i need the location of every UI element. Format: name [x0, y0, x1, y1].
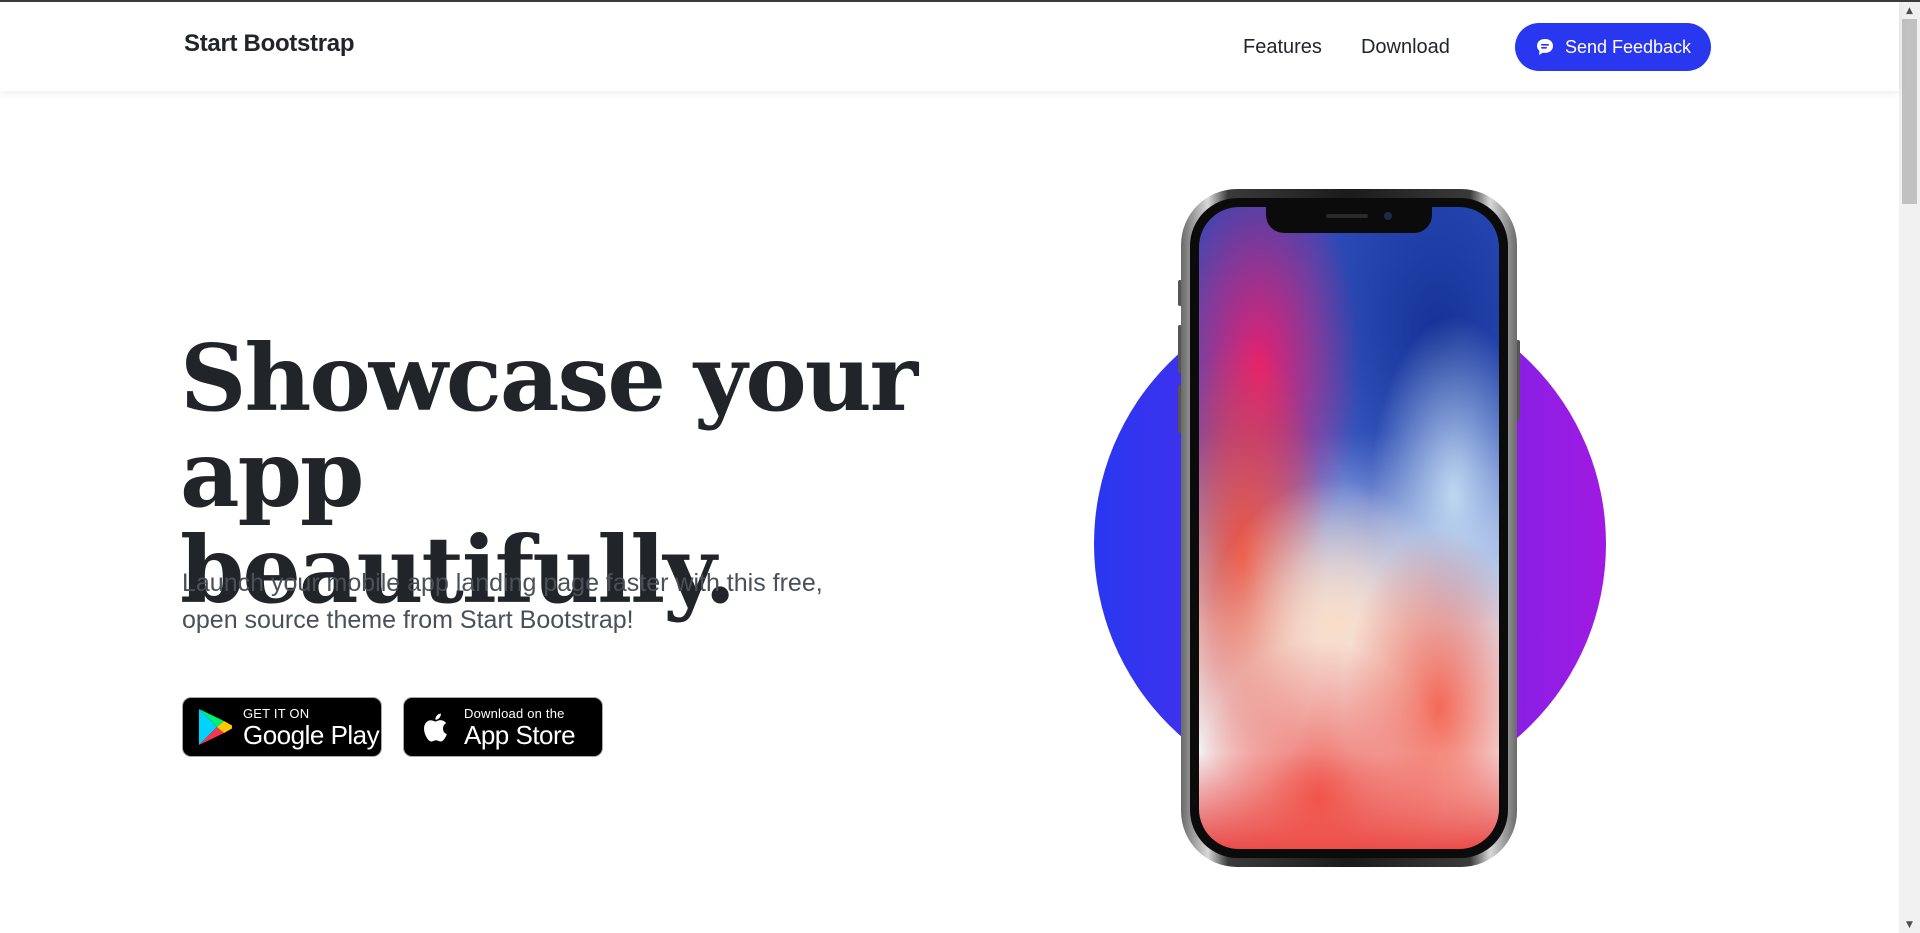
main-navbar: Start Bootstrap Features Download Send F…	[0, 2, 1899, 91]
send-feedback-button[interactable]: Send Feedback	[1515, 23, 1711, 71]
google-play-text: GET IT ON Google Play	[243, 705, 380, 750]
app-store-small-text: Download on the	[464, 705, 565, 721]
nav-link-features[interactable]: Features	[1243, 36, 1322, 59]
hero-lead-text: Launch your mobile app landing page fast…	[182, 569, 823, 634]
phone-bezel	[1190, 198, 1508, 858]
phone-speaker	[1326, 214, 1368, 218]
phone-mockup	[1181, 189, 1517, 867]
hero-title-line-1: Showcase your	[180, 324, 918, 432]
chat-bubble-icon	[1535, 37, 1555, 57]
google-play-big-text: Google Play	[243, 719, 380, 750]
apple-icon	[416, 706, 456, 748]
phone-camera	[1384, 212, 1392, 220]
scroll-up-arrow-icon[interactable]: ▲	[1899, 2, 1920, 19]
scrollbar-thumb[interactable]	[1902, 19, 1917, 204]
google-play-icon	[195, 706, 235, 748]
page-scrollbar[interactable]: ▲ ▼	[1899, 2, 1920, 933]
phone-screen-wallpaper	[1199, 207, 1499, 849]
brand-link[interactable]: Start Bootstrap	[184, 30, 354, 58]
nav-link-download[interactable]: Download	[1361, 36, 1450, 59]
nav-links: Features Download	[1243, 36, 1450, 59]
store-badges: GET IT ON Google Play Download on the Ap…	[182, 697, 603, 757]
app-store-badge[interactable]: Download on the App Store	[403, 697, 603, 757]
google-play-badge[interactable]: GET IT ON Google Play	[182, 697, 382, 757]
app-store-text: Download on the App Store	[464, 705, 576, 750]
app-store-big-text: App Store	[464, 719, 576, 750]
send-feedback-label: Send Feedback	[1564, 36, 1692, 57]
scroll-down-arrow-icon[interactable]: ▼	[1899, 916, 1920, 933]
google-play-small-text: GET IT ON	[243, 705, 310, 721]
phone-notch	[1266, 207, 1432, 233]
